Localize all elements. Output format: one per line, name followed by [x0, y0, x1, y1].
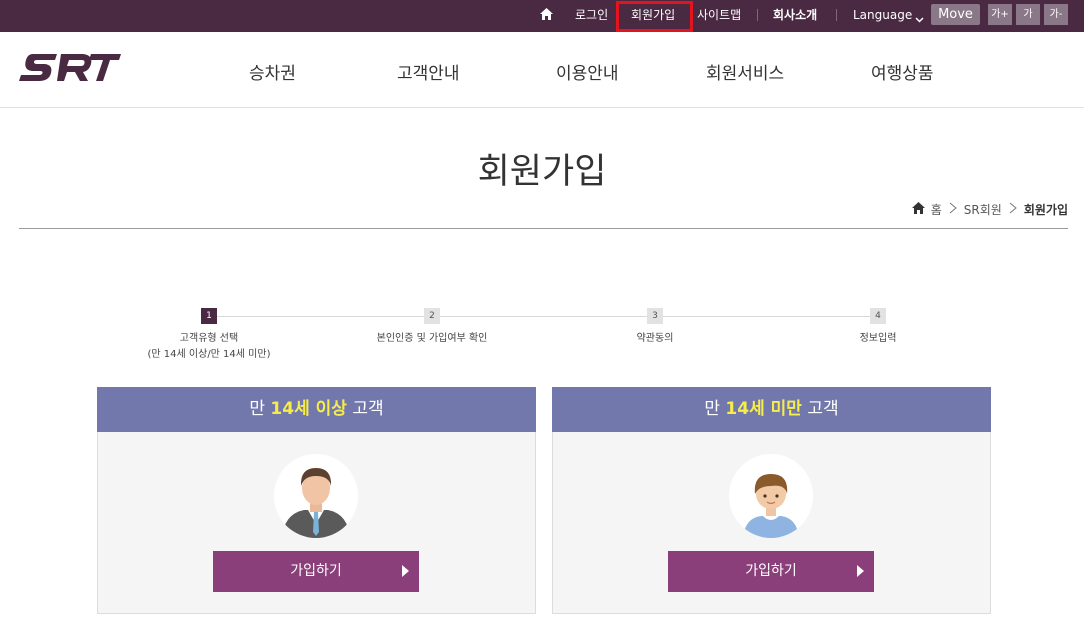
separator [757, 9, 758, 21]
join-link[interactable]: 회원가입 [631, 0, 675, 32]
card-header-highlight: 14세 미만 [725, 399, 802, 419]
page-title: 회원가입 [477, 152, 607, 192]
child-avatar-icon [729, 454, 813, 538]
sitemap-link[interactable]: 사이트맵 [697, 0, 741, 32]
step-1-subtitle: (만 14세 이상/만 14세 미만) [147, 349, 271, 360]
separator [836, 9, 837, 21]
step-4-label: 정보입력 [860, 331, 897, 347]
chevron-right-icon [948, 202, 958, 217]
title-divider [19, 228, 1068, 229]
nav-tickets[interactable]: 승차권 [249, 59, 296, 84]
adult-member-card: 만 14세 이상 고객 가입하기 [97, 387, 536, 614]
step-4-title: 정보입력 [859, 333, 897, 344]
font-default-button[interactable]: 가 [1016, 4, 1040, 25]
breadcrumb: 홈 SR회원 회원가입 [911, 201, 1068, 218]
arrow-right-icon [402, 565, 409, 577]
nav-member-service[interactable]: 회원서비스 [706, 59, 784, 84]
step-3-title: 약관동의 [636, 333, 674, 344]
step-1-label: 고객유형 선택 (만 14세 이상/만 14세 미만) [148, 331, 271, 363]
step-1-title: 고객유형 선택 [179, 333, 239, 344]
card-header-highlight: 14세 이상 [270, 399, 347, 419]
card-header-prefix: 만 [249, 399, 271, 419]
breadcrumb-sr-member[interactable]: SR회원 [964, 201, 1002, 218]
nav-travel-products[interactable]: 여행상품 [871, 59, 934, 84]
nav-customer-guide[interactable]: 고객안내 [397, 59, 460, 84]
adult-avatar-icon [274, 454, 358, 538]
move-button[interactable]: Move [931, 4, 980, 25]
breadcrumb-home[interactable]: 홈 [931, 201, 942, 218]
step-4-number: 4 [870, 308, 886, 324]
nav-usage-guide[interactable]: 이용안내 [556, 59, 619, 84]
utility-bar: 로그인 회원가입 사이트맵 회사소개 Language Move 가+ 가 가- [0, 0, 1084, 32]
chevron-down-icon[interactable] [915, 12, 924, 26]
step-2-number: 2 [424, 308, 440, 324]
step-2-title: 본인인증 및 가입여부 확인 [376, 333, 488, 344]
arrow-right-icon [857, 565, 864, 577]
card-header-suffix: 고객 [346, 399, 384, 419]
home-icon[interactable] [911, 202, 925, 217]
font-increase-button[interactable]: 가+ [988, 4, 1012, 25]
child-member-card: 만 14세 미만 고객 가입하기 [552, 387, 991, 614]
company-link[interactable]: 회사소개 [773, 0, 817, 32]
language-select[interactable]: Language [853, 0, 912, 32]
card-header-prefix: 만 [704, 399, 726, 419]
child-join-button[interactable]: 가입하기 [668, 551, 874, 592]
adult-card-header: 만 14세 이상 고객 [97, 387, 536, 432]
step-3-number: 3 [647, 308, 663, 324]
steps-progress-line [209, 316, 879, 317]
child-card-header: 만 14세 미만 고객 [552, 387, 991, 432]
main-header: 승차권 고객안내 이용안내 회원서비스 여행상품 [0, 32, 1084, 108]
step-3-label: 약관동의 [637, 331, 674, 347]
chevron-right-icon [1008, 202, 1018, 217]
adult-join-button[interactable]: 가입하기 [213, 551, 419, 592]
srt-logo[interactable] [19, 52, 121, 84]
home-icon[interactable] [540, 0, 554, 32]
child-join-button-label: 가입하기 [745, 563, 797, 579]
breadcrumb-current: 회원가입 [1023, 203, 1068, 217]
font-decrease-button[interactable]: 가- [1044, 4, 1068, 25]
step-1-number: 1 [201, 308, 217, 324]
card-header-suffix: 고객 [801, 399, 839, 419]
step-2-label: 본인인증 및 가입여부 확인 [377, 331, 488, 347]
login-link[interactable]: 로그인 [575, 0, 608, 32]
adult-join-button-label: 가입하기 [290, 563, 342, 579]
